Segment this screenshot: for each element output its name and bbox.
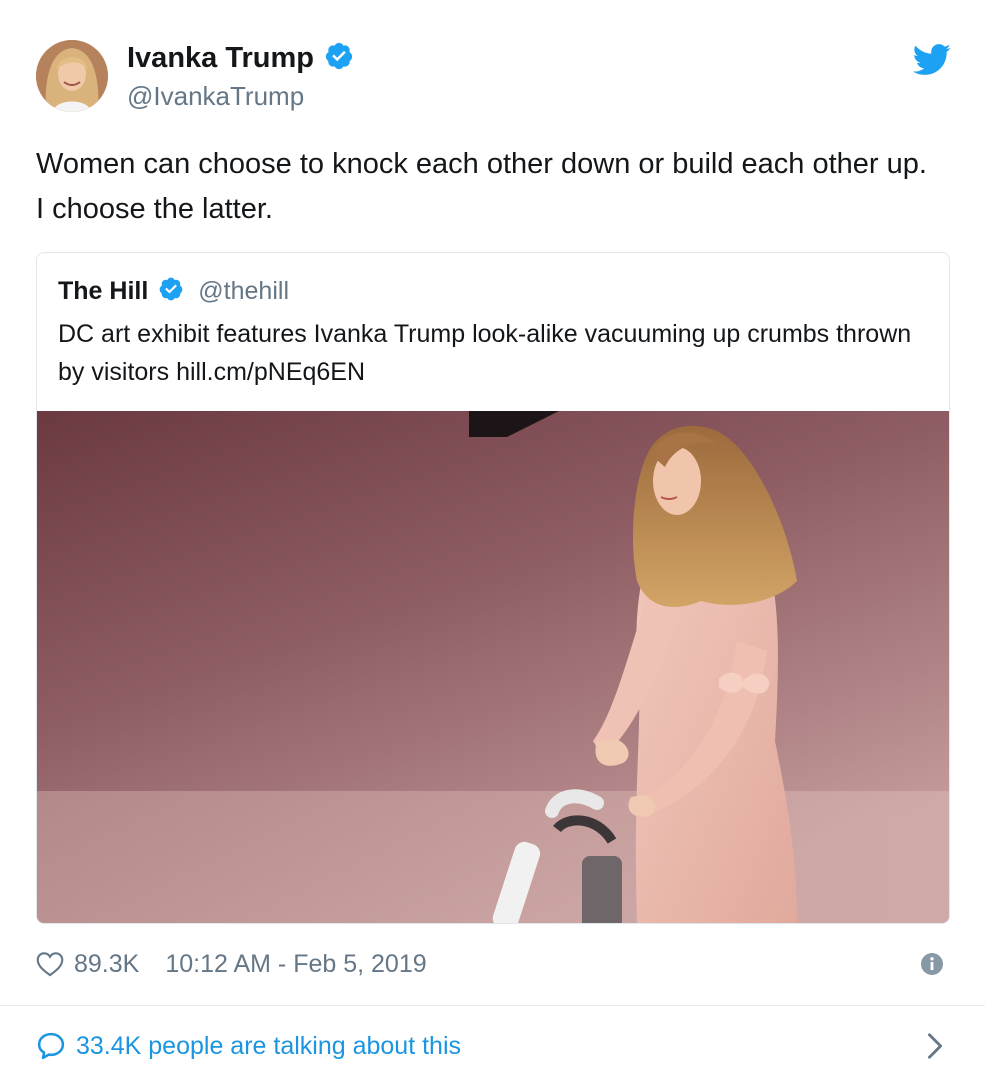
twitter-logo-icon[interactable] — [912, 44, 952, 76]
avatar[interactable] — [36, 40, 108, 112]
quoted-tweet-text: DC art exhibit features Ivanka Trump loo… — [58, 320, 912, 386]
conversation-link[interactable]: 33.4K people are talking about this — [36, 1024, 948, 1068]
tweet-meta: 89.3K 10:12 AM - Feb 5, 2019 — [36, 944, 948, 984]
verified-icon — [158, 276, 184, 307]
tweet-text: Women can choose to knock each other dow… — [36, 148, 927, 225]
tweet-author: Ivanka Trump @IvankaTrump — [127, 40, 354, 112]
divider — [0, 1005, 985, 1006]
talking-count[interactable]: 33.4K people are talking about this — [76, 1032, 461, 1061]
tweet-timestamp[interactable]: 10:12 AM - Feb 5, 2019 — [165, 950, 426, 979]
chevron-right-icon[interactable] — [926, 1032, 944, 1060]
like-count[interactable]: 89.3K — [74, 950, 139, 979]
quoted-tweet-image[interactable] — [37, 411, 949, 923]
author-handle[interactable]: @IvankaTrump — [127, 80, 354, 112]
quoted-author-handle: @thehill — [198, 276, 289, 305]
avatar-image — [36, 40, 108, 112]
heart-icon[interactable] — [36, 951, 64, 977]
info-icon[interactable] — [920, 952, 944, 976]
author-name[interactable]: Ivanka Trump — [127, 40, 314, 76]
quoted-author-name: The Hill — [58, 276, 149, 305]
speech-bubble-icon — [36, 1031, 66, 1061]
quoted-tweet[interactable]: The Hill @thehill DC art exhibit feature… — [36, 252, 950, 924]
verified-icon — [324, 41, 354, 76]
